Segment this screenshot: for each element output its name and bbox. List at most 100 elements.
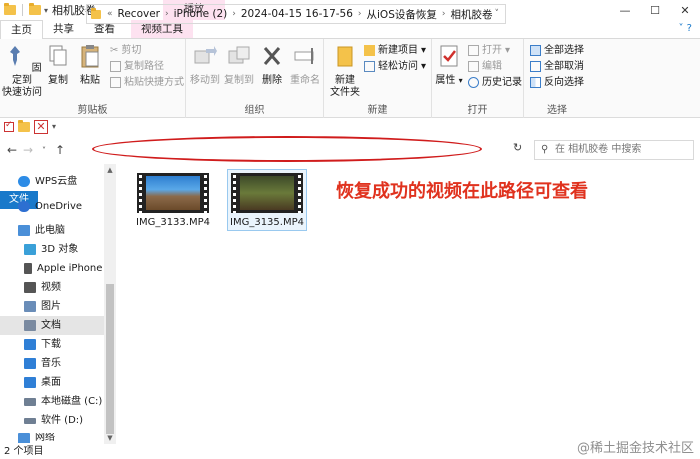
scroll-down-icon[interactable]: ▼ — [104, 434, 116, 442]
paste-button[interactable]: 粘贴 — [74, 43, 106, 87]
paste-shortcut-button[interactable]: 粘贴快捷方式 — [110, 75, 184, 90]
nav-item-pictures[interactable]: 图片 — [24, 297, 61, 316]
nav-item-documents[interactable]: 文档 — [0, 316, 104, 335]
select-all-icon — [530, 45, 541, 56]
file-name: IMG_3133.MP4 — [136, 217, 210, 228]
properties-button[interactable]: 属性 ▾ — [434, 43, 464, 87]
move-to-button[interactable]: 移动到 — [188, 43, 222, 87]
rename-icon — [294, 48, 314, 64]
nav-item-this-pc[interactable]: 此电脑 — [18, 221, 65, 240]
nav-item-desktop[interactable]: 桌面 — [24, 373, 61, 392]
address-bar[interactable]: « Recover › iPhone (2) › 2024-04-15 16-1… — [86, 4, 506, 24]
breadcrumb-iphone[interactable]: iPhone (2) — [171, 8, 231, 20]
open-button[interactable]: 打开 ▾ — [468, 43, 510, 58]
new-item-button[interactable]: 新建项目 ▾ — [364, 43, 426, 58]
open-icon — [468, 45, 479, 56]
refresh-icon[interactable]: ↻ — [513, 141, 522, 154]
watermark: @稀土掘金技术社区 — [576, 441, 694, 456]
select-all-button[interactable]: 全部选择 — [530, 43, 584, 58]
maximize-button[interactable]: ☐ — [640, 0, 670, 20]
file-item[interactable]: IMG_3133.MP4 — [133, 171, 213, 228]
select-none-button[interactable]: 全部取消 — [530, 59, 584, 74]
open-group: 属性 ▾ 打开 ▾ 编辑 历史记录 打开 — [432, 39, 524, 118]
breadcrumb-overflow[interactable]: « — [105, 9, 115, 19]
easy-access-icon — [364, 61, 375, 72]
cloud-icon — [18, 176, 30, 187]
folder-icon — [91, 7, 101, 19]
close-button[interactable]: ✕ — [670, 0, 700, 20]
nav-item-apple-iphone[interactable]: Apple iPhone — [24, 259, 102, 278]
nav-item-wps-cloud[interactable]: WPS云盘 — [18, 172, 77, 191]
copy-button[interactable]: 复制 — [42, 43, 74, 87]
forward-icon[interactable]: → — [20, 143, 36, 157]
chevron-down-icon[interactable]: ▾ — [52, 122, 56, 131]
new-group: 新建 文件夹 新建项目 ▾ 轻松访问 ▾ 新建 — [324, 39, 432, 118]
properties-check-icon[interactable] — [4, 120, 14, 132]
file-name: IMG_3135.MP4 — [230, 217, 304, 228]
recent-chevron-icon[interactable]: ˅ — [36, 146, 52, 155]
delete-button[interactable]: 删除 — [258, 43, 286, 87]
nav-item-videos[interactable]: 视频 — [24, 278, 61, 297]
copy-path-icon — [110, 61, 121, 72]
new-folder-button[interactable]: 新建 文件夹 — [328, 43, 362, 99]
scissors-icon: ✂ — [110, 45, 119, 56]
chevron-right-icon[interactable]: › — [163, 9, 171, 19]
nav-item-downloads[interactable]: 下载 — [24, 335, 61, 354]
history-button[interactable]: 历史记录 — [468, 75, 522, 90]
drive-icon — [24, 397, 36, 406]
rename-button[interactable]: 重命名 — [288, 43, 322, 87]
navigation-pane: WPS云盘 OneDrive 此电脑 3D 对象 Apple iPhone 视频… — [0, 164, 117, 444]
edit-button[interactable]: 编辑 — [468, 59, 502, 74]
nav-scrollbar[interactable]: ▲ ▼ — [104, 164, 116, 444]
up-icon[interactable]: ↑ — [52, 143, 68, 157]
nav-item-music[interactable]: 音乐 — [24, 354, 61, 373]
new-group-label: 新建 — [367, 105, 388, 116]
folder-icon[interactable] — [18, 119, 30, 132]
dropdown-icon[interactable]: ▾ — [44, 6, 48, 15]
invert-selection-button[interactable]: 反向选择 — [530, 75, 584, 90]
breadcrumb-recover[interactable]: Recover — [115, 8, 163, 20]
breadcrumb-ios-recover[interactable]: 从iOS设备恢复 — [364, 7, 440, 22]
cube-icon — [24, 244, 36, 255]
breadcrumb-camera-roll[interactable]: 相机胶卷 — [447, 7, 495, 22]
ribbon: 固定到 快速访问 复制 粘贴 ✂ 剪切 复制路径 粘贴快捷方式 剪贴板 移动到 复… — [0, 39, 700, 118]
item-count: 2 个项目 — [4, 446, 44, 457]
properties-icon — [440, 45, 458, 67]
delete-x-icon[interactable]: ✕ — [34, 119, 48, 134]
clipboard-group: 固定到 快速访问 复制 粘贴 ✂ 剪切 复制路径 粘贴快捷方式 剪贴板 — [0, 39, 186, 118]
document-icon — [24, 320, 36, 331]
copy-to-button[interactable]: 复制到 — [222, 43, 256, 87]
tab-share[interactable]: 共享 — [43, 20, 84, 38]
chevron-right-icon[interactable]: › — [440, 9, 448, 19]
video-thumbnail — [137, 173, 209, 213]
tab-home[interactable]: 主页 — [0, 20, 43, 40]
easy-access-button[interactable]: 轻松访问 ▾ — [364, 59, 426, 74]
help-icon[interactable]: ˅ ? — [679, 23, 693, 34]
organize-group-label: 组织 — [244, 105, 265, 116]
chevron-down-icon[interactable]: ˅ — [493, 9, 502, 19]
nav-item-onedrive[interactable]: OneDrive — [18, 197, 82, 216]
nav-item-network[interactable]: 网络 — [18, 433, 55, 443]
desktop-icon — [24, 377, 36, 388]
history-icon — [468, 77, 479, 88]
chevron-down-icon: ▾ — [421, 61, 427, 72]
nav-item-local-disk-c[interactable]: 本地磁盘 (C:) — [24, 392, 102, 411]
select-group-label: 选择 — [547, 105, 567, 116]
scrollbar-thumb[interactable] — [106, 284, 114, 434]
scroll-up-icon[interactable]: ▲ — [104, 166, 116, 174]
copy-path-button[interactable]: 复制路径 — [110, 59, 164, 74]
cut-button[interactable]: ✂ 剪切 — [110, 43, 141, 58]
phone-icon — [24, 263, 32, 274]
breadcrumb-date-folder[interactable]: 2024-04-15 16-17-56 — [238, 8, 356, 20]
chevron-right-icon[interactable]: › — [356, 9, 364, 19]
pin-button[interactable]: 固定到 快速访问 — [2, 43, 42, 99]
music-icon — [24, 358, 36, 369]
minimize-button[interactable]: — — [610, 0, 640, 20]
search-box[interactable]: ⚲ 在 相机胶卷 中搜索 — [534, 140, 694, 160]
nav-item-3d-objects[interactable]: 3D 对象 — [24, 240, 78, 259]
nav-item-software-d[interactable]: 软件 (D:) — [24, 411, 83, 430]
file-item-selected[interactable]: IMG_3135.MP4 — [227, 169, 307, 231]
back-icon[interactable]: ← — [4, 143, 20, 157]
chevron-right-icon[interactable]: › — [230, 9, 238, 19]
paste-icon — [81, 45, 99, 68]
